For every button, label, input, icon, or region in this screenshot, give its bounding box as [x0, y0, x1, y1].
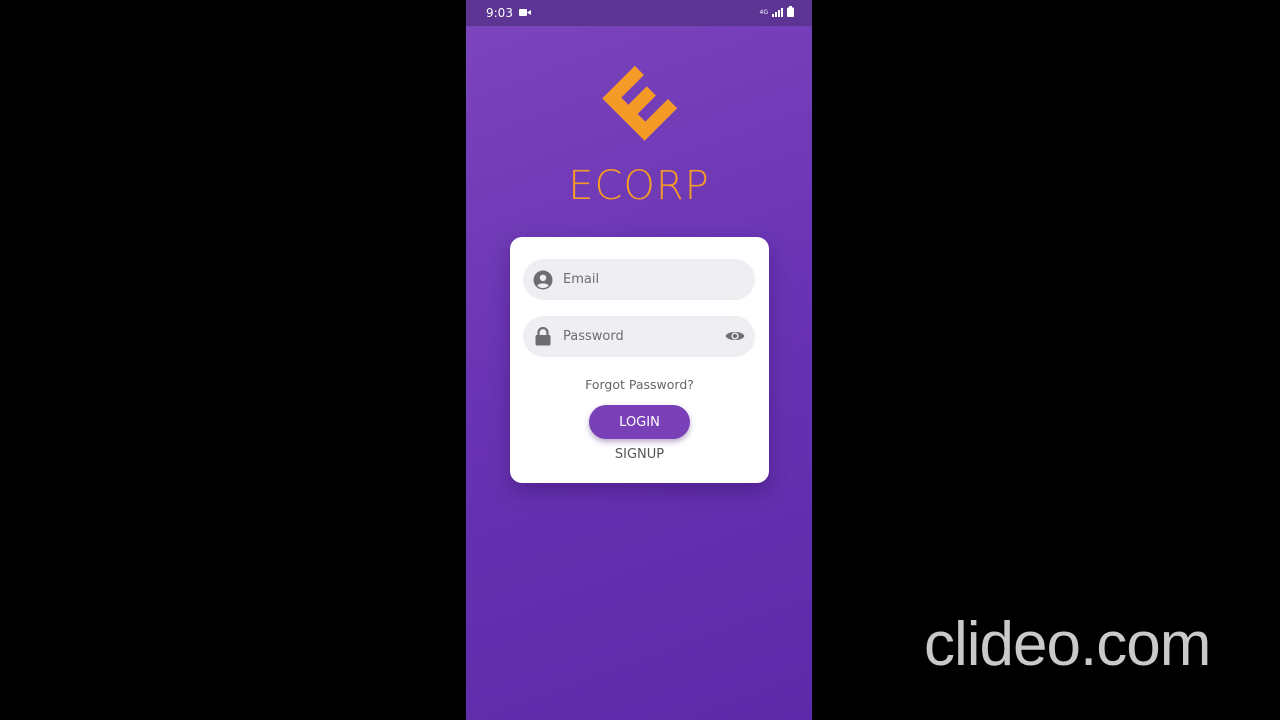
phone-screen: 9:03 4G ECORP Email Forgot Password? LOG… — [466, 0, 812, 720]
status-right: 4G — [760, 6, 794, 20]
ecorp-logo-icon — [593, 58, 685, 150]
signup-link[interactable]: SIGNUP — [510, 447, 769, 462]
password-input[interactable] — [563, 329, 713, 344]
forgot-password-link[interactable]: Forgot Password? — [510, 377, 769, 392]
eye-icon[interactable] — [725, 326, 745, 346]
brand-name: ECORP — [568, 163, 710, 209]
email-field-container — [523, 259, 755, 300]
password-field-container — [523, 316, 755, 357]
screen: 9:03 4G ECORP Email Forgot Password? LOG… — [0, 0, 1280, 720]
email-input[interactable] — [563, 272, 713, 287]
signal-icon — [772, 6, 783, 20]
battery-icon — [787, 6, 794, 20]
lock-icon — [533, 327, 553, 347]
status-left: 9:03 — [486, 6, 531, 20]
watermark-text: clideo.com — [924, 610, 1211, 679]
status-time: 9:03 — [486, 6, 513, 20]
status-bar: 9:03 4G — [466, 0, 812, 26]
login-card: Forgot Password? LOGIN SIGNUP — [510, 237, 769, 483]
brand-header: ECORP — [466, 58, 812, 208]
network-label: 4G — [759, 9, 768, 16]
video-camera-icon — [518, 6, 531, 20]
login-button[interactable]: LOGIN — [589, 405, 690, 439]
user-icon — [533, 270, 553, 290]
